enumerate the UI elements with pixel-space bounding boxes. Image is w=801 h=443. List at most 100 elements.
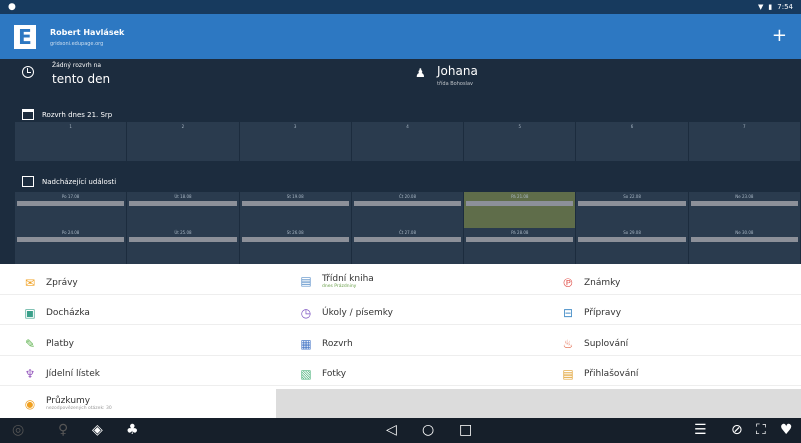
status-bar: ● ▼ ▮ 7:54 xyxy=(0,0,801,14)
menu-label: Fotky xyxy=(322,368,347,379)
event-date: So 29.08 xyxy=(623,230,641,235)
rotate-icon[interactable]: ⊘ xyxy=(731,422,743,438)
event-date: Pá 28.08 xyxy=(511,230,529,235)
menu-label: Průzkumy xyxy=(46,396,91,406)
period-label: 2 xyxy=(181,124,185,129)
event-day-today[interactable]: Pá 21.08 xyxy=(464,192,577,228)
schedule-cell[interactable]: 5 xyxy=(464,122,577,161)
events-title: Nadcházející události xyxy=(42,177,117,186)
camera-icon[interactable]: ◎ xyxy=(12,422,24,438)
menu-label-group: Třídní kniha dnes Prázdniny xyxy=(322,274,374,289)
menu-label: Suplování xyxy=(584,338,629,349)
photo-icon: ▧ xyxy=(300,366,312,381)
menu-item-fotky[interactable]: ▧ Fotky xyxy=(276,362,538,386)
schedule-cell[interactable]: 7 xyxy=(689,122,801,161)
menu-icon[interactable]: ☰ xyxy=(694,422,707,438)
event-day[interactable]: Út 25.08 xyxy=(127,228,240,264)
menu-item-rozvrh[interactable]: ▦ Rozvrh xyxy=(276,332,538,356)
heart-icon[interactable]: ♥ xyxy=(780,422,793,438)
menu-item-zpravy[interactable]: ✉ Zprávy xyxy=(0,271,276,295)
menu-label: Rozvrh xyxy=(322,338,353,349)
event-day[interactable]: Po 17.08 xyxy=(15,192,128,228)
app-logo: E xyxy=(14,25,36,49)
period-label: 6 xyxy=(630,124,634,129)
schedule-cell[interactable]: 2 xyxy=(127,122,240,161)
menu-item-pruzkumy[interactable]: ◉ Průzkumy nezodpovězených otázek: 30 xyxy=(0,389,276,418)
event-day[interactable]: Čt 20.08 xyxy=(352,192,465,228)
event-bar xyxy=(129,201,237,206)
event-day[interactable]: St 19.08 xyxy=(240,192,352,228)
menu-label: Přihlašování xyxy=(584,368,639,379)
event-day[interactable]: Ne 30.08 xyxy=(689,228,801,264)
home-icon[interactable]: ○ xyxy=(422,422,434,438)
event-bar xyxy=(129,237,237,242)
no-lessons-value: tento den xyxy=(52,72,111,86)
event-date: Po 17.08 xyxy=(61,194,80,199)
menu-item-platby[interactable]: ✎ Platby xyxy=(0,332,276,356)
event-day[interactable]: Ne 23.08 xyxy=(689,192,801,228)
event-bar xyxy=(241,237,349,242)
menu-item-dochazka[interactable]: ▣ Docházka xyxy=(0,301,276,325)
event-bar xyxy=(353,237,462,242)
back-icon[interactable]: ◁ xyxy=(386,422,397,438)
user-school: gridsoni.edupage.org xyxy=(50,41,104,47)
microphone-icon[interactable]: ♀ xyxy=(58,422,68,438)
events-row-1[interactable]: Po 17.08 Út 18.08 St 19.08 Čt 20.08 Pá 2… xyxy=(15,192,801,228)
schedule-cell[interactable]: 6 xyxy=(576,122,689,161)
schedule-cell[interactable]: 1 xyxy=(15,122,128,161)
schedule-grid[interactable]: 1 2 3 4 5 6 7 xyxy=(15,122,801,161)
fullscreen-icon[interactable]: ⛶ xyxy=(756,422,766,438)
event-day[interactable]: Út 18.08 xyxy=(127,192,240,228)
menu-item-pripravy[interactable]: ⊟ Přípravy xyxy=(538,301,801,325)
event-day[interactable]: Po 24.08 xyxy=(15,228,128,264)
period-label: 4 xyxy=(406,124,409,129)
event-date: Ne 30.08 xyxy=(735,230,754,235)
attendance-icon: ▣ xyxy=(24,305,36,320)
schedule-cell[interactable]: 3 xyxy=(240,122,352,161)
schedule-cell[interactable]: 4 xyxy=(352,122,465,161)
menu-item-tridni-kniha[interactable]: ▤ Třídní kniha dnes Prázdniny xyxy=(276,268,538,295)
menu-item-znamky[interactable]: ℗ Známky xyxy=(538,271,801,295)
event-date: Pá 21.08 xyxy=(511,194,529,199)
menu-item-suplovani[interactable]: ♨ Suplování xyxy=(538,332,801,356)
user-name[interactable]: Robert Havlásek xyxy=(50,28,124,37)
event-date: Út 25.08 xyxy=(174,230,192,235)
schedule-title: Rozvrh dnes 21. Srp xyxy=(42,110,113,119)
menu-item-ukoly[interactable]: ◷ Úkoly / písemky xyxy=(276,301,538,325)
menu-label: Docházka xyxy=(46,307,90,318)
event-date: St 19.08 xyxy=(286,194,304,199)
menu-sublabel: dnes Prázdniny xyxy=(322,283,357,289)
event-day[interactable]: Čt 27.08 xyxy=(352,228,465,264)
android-nav-bar: ◎ ♀ ◈ ♣ ◁ ○ □ ☰ ⊘ ⛶ ♥ xyxy=(0,418,801,443)
events-row-2[interactable]: Po 24.08 Út 25.08 St 26.08 Čt 27.08 Pá 2… xyxy=(15,228,801,264)
event-date: So 22.08 xyxy=(623,194,641,199)
event-date: St 26.08 xyxy=(286,230,304,235)
event-date: Út 18.08 xyxy=(174,194,192,199)
location-icon[interactable]: ◈ xyxy=(92,422,103,438)
recents-icon[interactable]: □ xyxy=(459,422,472,438)
dashboard-panel: Žádný rozvrh na tento den ♟ Johana třída… xyxy=(0,59,801,264)
substitution-icon: ♨ xyxy=(562,336,574,351)
event-bar xyxy=(466,237,574,242)
event-date: Čt 20.08 xyxy=(398,194,417,199)
teacher-name: Johana xyxy=(437,64,478,78)
survey-icon: ◉ xyxy=(24,396,36,411)
menu-label-group: Průzkumy nezodpovězených otázek: 30 xyxy=(46,396,112,411)
menu-item-jidelni-listek[interactable]: ♆ Jídelní lístek xyxy=(0,362,276,386)
event-day[interactable]: St 26.08 xyxy=(240,228,352,264)
teacher-icon: ♟ xyxy=(415,66,426,80)
menu-label: Platby xyxy=(46,338,75,349)
grade-icon: ℗ xyxy=(562,275,574,290)
plus-icon[interactable]: + xyxy=(772,27,787,45)
briefcase-icon: ⊟ xyxy=(562,305,574,320)
event-bar xyxy=(690,237,798,242)
period-label: 3 xyxy=(293,124,297,129)
schedule-header: Rozvrh dnes 21. Srp xyxy=(22,109,112,120)
event-day[interactable]: So 29.08 xyxy=(576,228,689,264)
event-day[interactable]: Pá 28.08 xyxy=(464,228,577,264)
menu-item-prihlasovani[interactable]: ▤ Přihlašování xyxy=(538,362,801,386)
notification-dot-icon: ● xyxy=(8,2,16,12)
event-day[interactable]: So 22.08 xyxy=(576,192,689,228)
app-header: E Robert Havlásek gridsoni.edupage.org + xyxy=(0,14,801,59)
network-icon[interactable]: ♣ xyxy=(126,422,139,438)
